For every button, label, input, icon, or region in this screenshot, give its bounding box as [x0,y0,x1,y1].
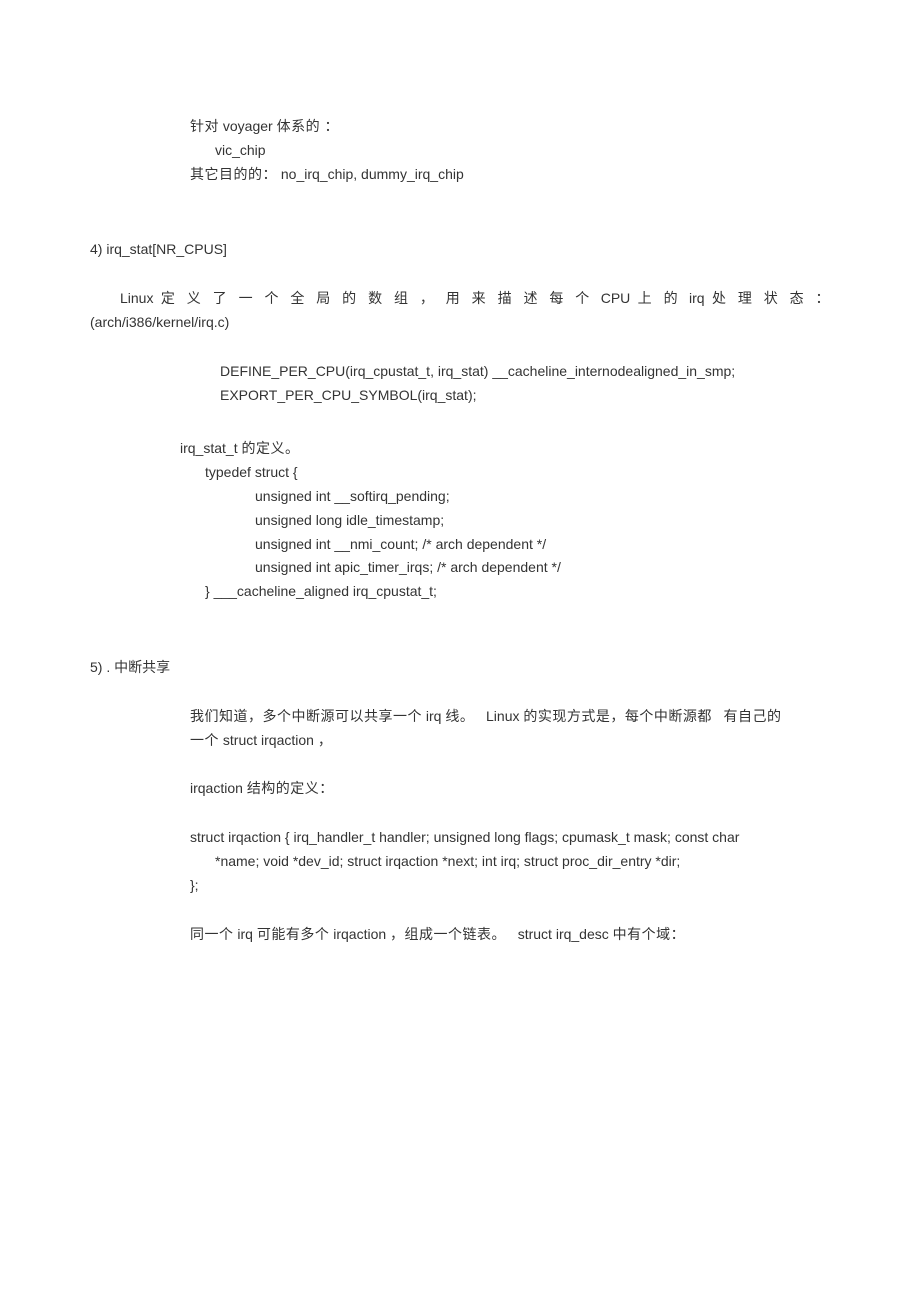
text: 的实现方式是，每个中断源都 [523,708,712,724]
text: 同一个 [190,926,234,942]
text: no_irq_chip, dummy_irq_chip [281,166,464,182]
code-line: }; [190,874,830,898]
text: irq_stat_t [180,440,238,456]
text: 体系的 ： [277,118,339,134]
text: 针对 [190,118,219,134]
intro-line-2: vic_chip [190,139,830,163]
heading-text: 4) irq_stat[NR_CPUS] [90,241,227,257]
text: 结构的定义： [247,780,334,796]
struct-field: unsigned int __nmi_count; /* arch depend… [90,533,830,557]
code-line: DEFINE_PER_CPU(irq_cpustat_t, irq_stat) … [220,360,830,384]
text: irqaction [190,780,243,796]
text: 中有个域： [613,926,686,942]
text: struct irqaction [223,732,314,748]
text: 可能有多个 [257,926,330,942]
section-5-heading: 5) . 中断共享 [90,656,830,680]
code-line: *name; void *dev_id; struct irqaction *n… [190,850,830,874]
text: 处 理 状 态 ： [712,290,830,306]
struct-field: unsigned long idle_timestamp; [90,509,830,533]
heading-text: 5) . 中断共享 [90,659,170,675]
intro-block: 针对 voyager 体系的 ： vic_chip 其它目的的： no_irq_… [90,115,830,186]
text: voyager [223,118,273,134]
text: 其它目的的： [190,166,277,182]
code-line: EXPORT_PER_CPU_SYMBOL(irq_stat); [220,384,830,408]
text: Linux [486,708,519,724]
text: irq [237,926,253,942]
text: CPU [601,290,631,306]
section-4-code-block-1: DEFINE_PER_CPU(irq_cpustat_t, irq_stat) … [90,360,830,408]
text: ， [318,732,333,748]
text: 的定义。 [241,440,299,456]
text: vic_chip [215,142,266,158]
text: irqaction [333,926,386,942]
text: Linux [120,290,153,306]
section-4-struct-block: irq_stat_t 的定义。 typedef struct { unsigne… [90,437,830,604]
intro-line-3: 其它目的的： no_irq_chip, dummy_irq_chip [190,163,830,187]
struct-field: unsigned int apic_timer_irqs; /* arch de… [90,556,830,580]
text: 一个 [190,732,219,748]
code-line: struct irqaction { irq_handler_t handler… [190,826,830,850]
text: irq [689,290,705,306]
section-4-heading: 4) irq_stat[NR_CPUS] [90,238,830,262]
text: ，组成一个链表。 [390,926,506,942]
struct-field: unsigned int __softirq_pending; [90,485,830,509]
section-5-struct: struct irqaction { irq_handler_t handler… [90,826,830,897]
text: (arch/i386/kernel/irq.c) [90,311,830,335]
text: struct irq_desc [518,926,609,942]
struct-close: } ___cacheline_aligned irq_cpustat_t; [90,580,830,604]
section-4-para: Linux 定 义 了 一 个 全 局 的 数 组 ， 用 来 描 述 每 个 … [90,287,830,335]
text: 定 义 了 一 个 全 局 的 数 组 ， 用 来 描 述 每 个 [161,290,593,306]
section-5-para-2: irqaction 结构的定义： [90,777,830,801]
text: 线。 [445,708,474,724]
struct-open: typedef struct { [90,461,830,485]
intro-line-1: 针对 voyager 体系的 ： [190,115,830,139]
struct-intro: irq_stat_t 的定义。 [90,437,830,461]
section-5-para-3: 同一个 irq 可能有多个 irqaction ，组成一个链表。 struct … [90,923,830,947]
text: irq [426,708,442,724]
text: 有自己的 [724,708,782,724]
text: 上 的 [638,290,682,306]
text: 我们知道，多个中断源可以共享一个 [190,708,422,724]
section-5-para-1: 我们知道，多个中断源可以共享一个 irq 线。 Linux 的实现方式是，每个中… [90,705,830,753]
